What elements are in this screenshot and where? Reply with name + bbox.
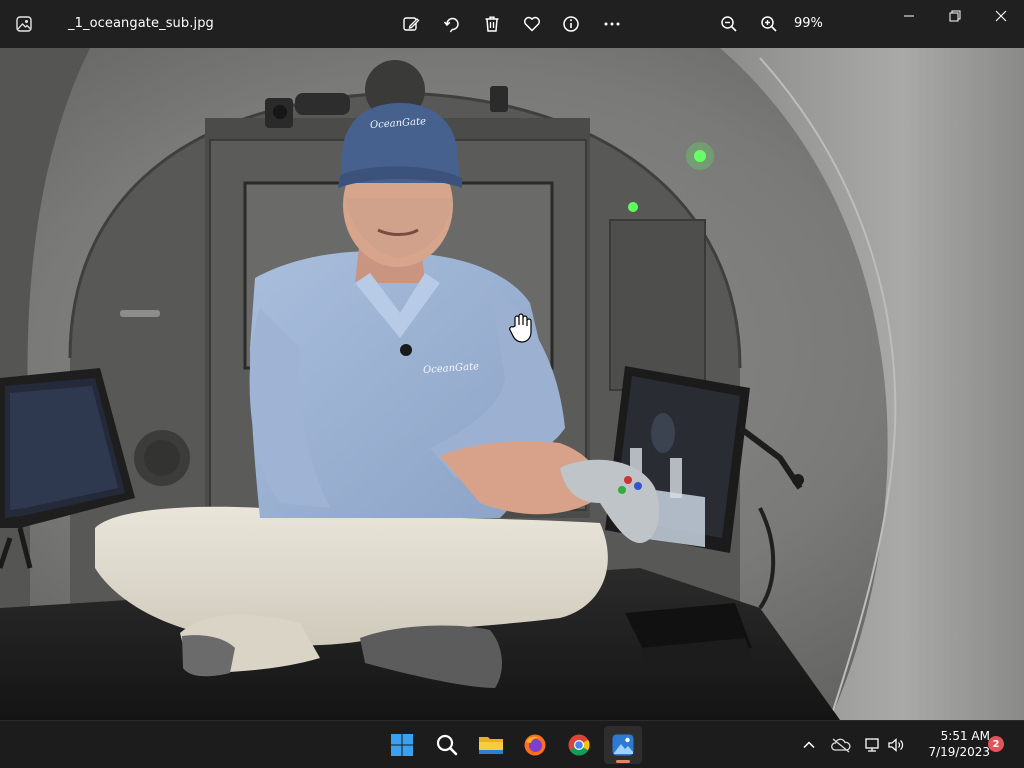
taskbar: 5:51 AM 7/19/2023 (0, 720, 1024, 768)
start-icon[interactable] (383, 726, 421, 764)
submarine-photo (0, 48, 1024, 720)
firefox-icon[interactable] (516, 726, 554, 764)
minimize-button[interactable] (886, 0, 932, 32)
rotate-icon[interactable] (440, 12, 464, 36)
zoom-level[interactable]: 99% (794, 16, 823, 31)
image-canvas[interactable]: OceanGate OceanGate (0, 48, 1024, 720)
favorite-icon[interactable] (520, 12, 544, 36)
onedrive-icon[interactable] (831, 735, 851, 755)
taskbar-clock[interactable]: 5:51 AM 7/19/2023 (910, 728, 990, 760)
active-app-indicator (616, 760, 630, 763)
delete-icon[interactable] (480, 12, 504, 36)
chevron-up-icon[interactable] (799, 735, 819, 755)
photos-icon[interactable] (604, 726, 642, 764)
clock-time: 5:51 AM (940, 729, 990, 743)
more-icon[interactable] (600, 12, 624, 36)
file-explorer-icon[interactable] (472, 726, 510, 764)
title-bar: _1_oceangate_sub.jpg 99% (0, 0, 1024, 48)
close-button[interactable] (978, 0, 1024, 32)
network-icon[interactable] (862, 735, 882, 755)
photos-app-icon (14, 14, 34, 34)
zoom-in-icon[interactable] (757, 12, 781, 36)
info-icon[interactable] (559, 12, 583, 36)
maximize-button[interactable] (932, 0, 978, 32)
volume-icon[interactable] (886, 735, 906, 755)
zoom-out-icon[interactable] (717, 12, 741, 36)
notification-badge[interactable]: 2 (988, 736, 1004, 752)
edit-image-icon[interactable] (399, 12, 423, 36)
clock-date: 7/19/2023 (928, 745, 990, 759)
chrome-icon[interactable] (560, 726, 598, 764)
file-name: _1_oceangate_sub.jpg (68, 16, 214, 31)
search-icon[interactable] (428, 726, 466, 764)
